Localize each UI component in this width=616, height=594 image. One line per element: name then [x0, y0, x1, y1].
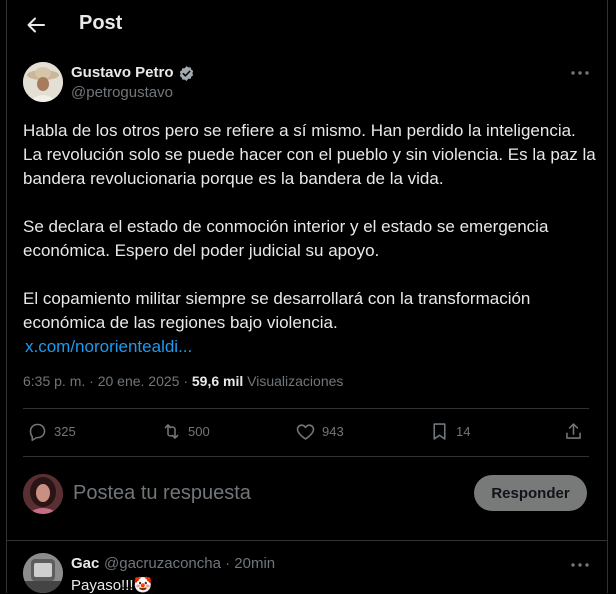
views-count: 59,6 mil [191, 373, 244, 389]
back-button[interactable] [21, 10, 51, 40]
heart-icon [296, 424, 315, 440]
divider [23, 456, 589, 457]
post-page: Post Gustavo Petro @petrogustavo Habla d… [6, 0, 608, 594]
post-paragraph: Habla de los otros pero se refiere a sí … [23, 121, 596, 188]
author-avatar[interactable] [23, 62, 63, 102]
comment-meta[interactable]: @gacruzaconcha · 20min [104, 555, 275, 572]
bookmark-icon [433, 423, 446, 440]
post-timestamp[interactable]: 6:35 p. m. · 20 ene. 2025 · [23, 373, 192, 389]
reply-count: 325 [54, 424, 76, 439]
repost-icon [164, 424, 179, 439]
comment-text: Payaso!!!🤡 [71, 577, 153, 594]
more-options-icon[interactable] [569, 66, 591, 80]
author-handle[interactable]: @petrogustavo [71, 84, 173, 101]
post-link[interactable]: x.com/nororientealdi... [23, 335, 598, 359]
comment-avatar[interactable] [23, 553, 63, 593]
bookmark-count: 14 [456, 424, 471, 439]
divider [23, 408, 589, 409]
repost-action-button[interactable]: 500 [161, 421, 210, 442]
verified-badge-icon [179, 66, 194, 81]
share-action-button[interactable] [563, 421, 590, 442]
top-bar: Post [7, 0, 607, 50]
page-title: Post [79, 12, 123, 34]
share-icon [566, 423, 581, 439]
comment-more-options-icon[interactable] [569, 558, 591, 572]
reply-submit-button[interactable]: Responder [474, 475, 587, 511]
post-metadata: 6:35 p. m. · 20 ene. 2025 · 59,6 mil Vis… [23, 373, 343, 389]
bookmark-action-button[interactable]: 14 [429, 421, 470, 442]
reply-icon [29, 423, 46, 442]
repost-count: 500 [188, 424, 210, 439]
section-separator [7, 540, 607, 541]
back-arrow-icon [27, 17, 45, 33]
reply-action-button[interactable]: 325 [27, 421, 76, 442]
like-count: 943 [322, 424, 344, 439]
views-label: Visualizaciones [243, 373, 344, 389]
author-name[interactable]: Gustavo Petro [71, 64, 174, 81]
comment-author-name[interactable]: Gac [71, 555, 99, 572]
current-user-avatar[interactable] [23, 474, 63, 514]
post-paragraph: Se declara el estado de conmoción interi… [23, 217, 549, 260]
reply-input[interactable]: Postea tu respuesta [73, 482, 251, 505]
post-body: Habla de los otros pero se refiere a sí … [23, 119, 598, 359]
like-action-button[interactable]: 943 [295, 421, 344, 442]
post-paragraph: El copamiento militar siempre se desarro… [23, 289, 531, 332]
